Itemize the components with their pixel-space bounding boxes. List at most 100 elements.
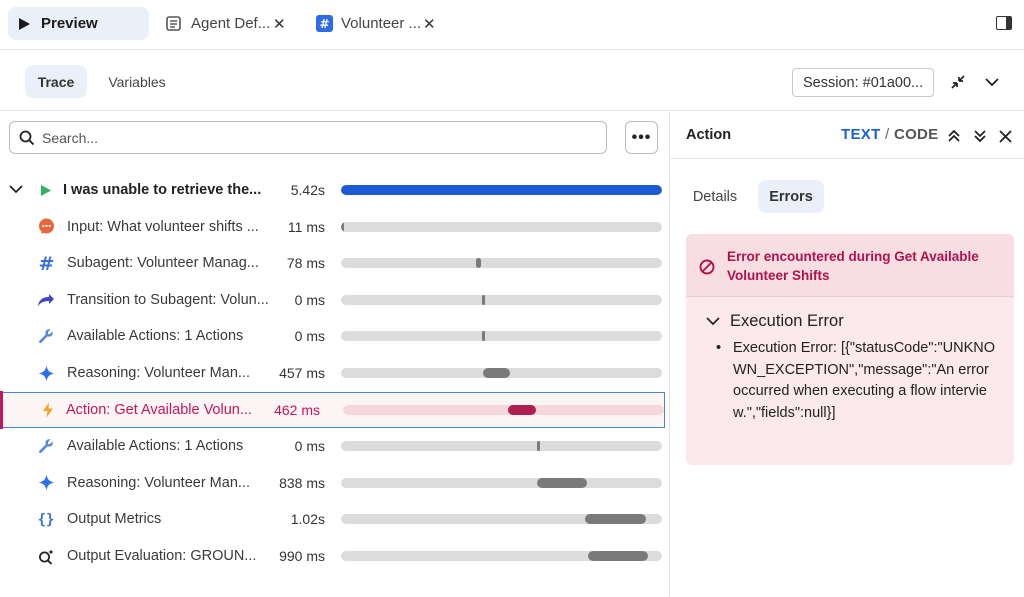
trace-label: Available Actions: 1 Actions <box>67 328 244 345</box>
trace-row[interactable]: # Subagent: Volunteer Manag... 78 ms <box>0 245 669 281</box>
close-icon[interactable] <box>997 128 1013 144</box>
timeline-track <box>341 185 662 195</box>
trace-row[interactable]: I was unable to retrieve the... 5.42s <box>0 172 669 208</box>
wrench-icon <box>37 437 55 455</box>
trace-panel: Search... ••• I was unable to retrieve t… <box>0 112 669 597</box>
braces-icon: {} <box>37 510 55 528</box>
hash-icon: # <box>37 254 55 272</box>
timeline-track <box>341 551 662 561</box>
chevron-down-icon[interactable] <box>9 181 23 197</box>
redirect-arrow-icon <box>37 291 55 309</box>
search-placeholder: Search... <box>42 129 99 146</box>
detail-header: Action TEXT / CODE <box>670 112 1024 159</box>
timeline-track <box>341 514 662 525</box>
tab-label: Volunteer ... <box>341 15 422 32</box>
trace-row[interactable]: Reasoning: Volunteer Man... 457 ms <box>0 355 669 391</box>
trace-label: Reasoning: Volunteer Man... <box>67 474 250 491</box>
trace-duration: 5.42s <box>290 182 325 198</box>
timeline-track <box>341 221 662 232</box>
session-selector[interactable]: Session: #01a00... <box>792 68 934 97</box>
trace-duration: 0 ms <box>294 328 325 345</box>
timeline-bar <box>536 441 540 452</box>
timeline-bar <box>588 551 648 561</box>
chevrons-down-icon[interactable] <box>972 128 988 144</box>
trace-row[interactable]: Action: Get Available Volun... 462 ms <box>0 390 665 429</box>
trace-row[interactable]: Reasoning: Volunteer Man... 838 ms <box>0 465 669 501</box>
trace-label: Transition to Subagent: Volun... <box>67 291 269 308</box>
more-options-button[interactable]: ••• <box>625 121 658 154</box>
trace-duration: 0 ms <box>294 438 325 455</box>
close-icon[interactable]: ✕ <box>273 15 286 33</box>
trace-row[interactable]: {} Output Metrics 1.02s <box>0 501 669 537</box>
trace-duration: 1.02s <box>290 511 325 528</box>
trace-label: Output Evaluation: GROUN... <box>67 548 257 564</box>
blocked-icon <box>699 259 715 278</box>
trace-row[interactable]: Transition to Subagent: Volun... 0 ms <box>0 282 669 318</box>
error-card: Error encountered during Get Available V… <box>686 234 1014 465</box>
svg-text:#: # <box>38 255 54 272</box>
trace-duration: 0 ms <box>294 291 325 308</box>
trace-label: Action: Get Available Volun... <box>66 401 252 418</box>
trace-label: Reasoning: Volunteer Man... <box>67 365 250 381</box>
lightning-icon <box>39 401 57 419</box>
trace-duration: 457 ms <box>279 365 325 381</box>
tab-bar: Preview Agent Def... ✕ # Volunteer ... ✕ <box>0 0 1024 50</box>
tab-variables[interactable]: Variables <box>96 65 178 98</box>
trace-row[interactable]: Input: What volunteer shifts ... 11 ms <box>0 209 669 245</box>
trace-label: Available Actions: 1 Actions <box>67 438 244 455</box>
tab-errors[interactable]: Errors <box>758 180 824 213</box>
chevrons-up-icon[interactable] <box>946 128 962 144</box>
timeline-track <box>343 404 664 415</box>
detail-panel: Action TEXT / CODE Details Errors Error … <box>669 112 1024 597</box>
chevron-down-icon <box>706 317 720 326</box>
trace-row[interactable]: Available Actions: 1 Actions 0 ms <box>0 318 669 354</box>
search-input[interactable]: Search... <box>9 121 607 154</box>
view-toggle: TEXT / CODE <box>841 126 939 143</box>
tab-details[interactable]: Details <box>682 180 748 213</box>
timeline-bar <box>475 258 481 269</box>
tab-label: Agent Def... <box>191 15 271 32</box>
sparkle-icon <box>37 474 55 492</box>
error-title: Error encountered during Get Available V… <box>727 249 979 283</box>
trace-duration: 11 ms <box>287 218 325 235</box>
execution-error-message: • Execution Error: [{"statusCode":"UNKNO… <box>716 338 996 424</box>
timeline-track <box>341 258 662 269</box>
trace-duration: 462 ms <box>274 401 320 418</box>
panel-toggle-icon[interactable] <box>996 16 1012 30</box>
timeline-bar <box>341 185 662 195</box>
wrench-icon <box>37 327 55 345</box>
timeline-bar <box>537 477 587 488</box>
execution-error-text: Execution Error: [{"statusCode":"UNKNOWN… <box>733 340 996 421</box>
close-icon[interactable]: ✕ <box>423 15 436 33</box>
text-view-link[interactable]: TEXT <box>841 126 881 143</box>
trace-row[interactable]: Output Evaluation: GROUN... 990 ms <box>0 538 669 574</box>
chevron-down-icon[interactable] <box>981 71 1003 93</box>
timeline-track <box>341 294 662 305</box>
collapse-arrows-icon[interactable] <box>947 71 969 93</box>
timeline-bar <box>483 368 510 378</box>
execution-error-toggle[interactable]: Execution Error <box>706 312 844 331</box>
hash-icon: # <box>316 15 333 32</box>
trace-duration: 838 ms <box>279 474 325 491</box>
trace-label: Input: What volunteer shifts ... <box>67 218 259 235</box>
code-view-link[interactable]: CODE <box>894 126 939 143</box>
trace-duration: 78 ms <box>286 255 325 272</box>
timeline-track <box>341 441 662 452</box>
svg-text:{}: {} <box>38 512 55 527</box>
trace-label: Subagent: Volunteer Manag... <box>67 255 259 272</box>
trace-row[interactable]: Available Actions: 1 Actions 0 ms <box>0 428 669 464</box>
timeline-track <box>341 477 662 488</box>
svg-text:#: # <box>319 17 329 31</box>
timeline-bar <box>584 514 646 525</box>
timeline-track <box>341 331 662 342</box>
tab-volunteer[interactable]: # Volunteer ... ✕ <box>310 7 440 40</box>
tab-trace[interactable]: Trace <box>25 65 87 98</box>
trace-label: Output Metrics <box>67 511 162 528</box>
tab-agent-definition[interactable]: Agent Def... ✕ <box>160 7 290 40</box>
timeline-bar <box>341 221 345 232</box>
timeline-bar <box>508 404 536 415</box>
trace-duration: 990 ms <box>279 548 325 564</box>
timeline-bar <box>482 294 486 305</box>
tab-preview[interactable]: Preview <box>8 7 149 40</box>
play-icon <box>37 181 55 199</box>
